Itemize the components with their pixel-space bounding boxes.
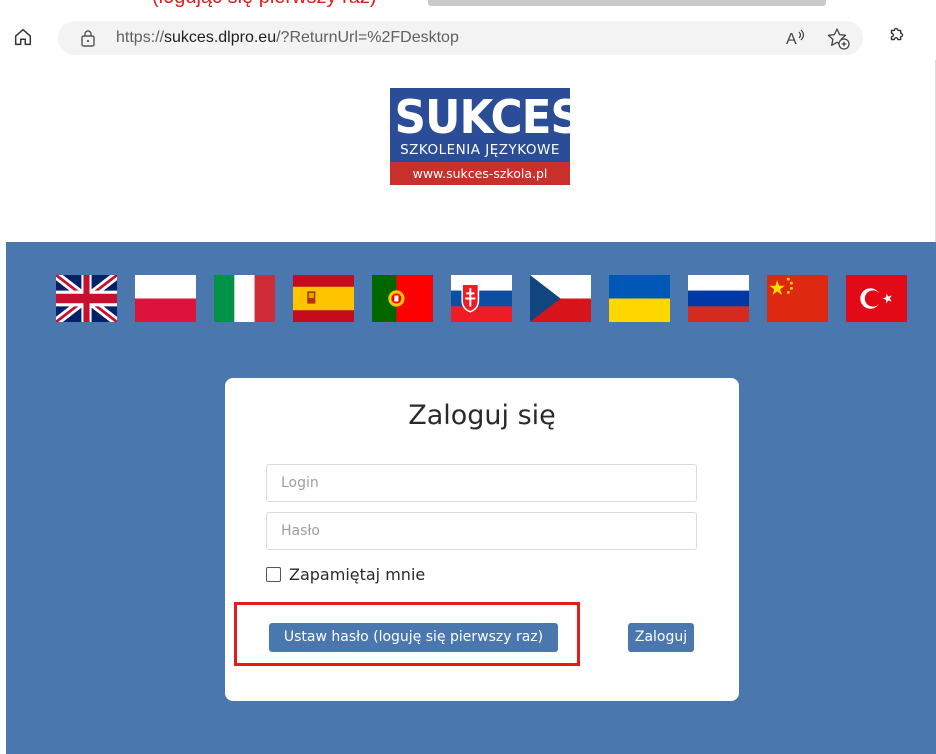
password-input[interactable] [266,512,697,550]
set-password-button[interactable]: Ustaw hasło (loguję się pierwszy raz) [269,623,558,652]
flag-chinese-icon[interactable] [767,275,828,322]
browser-toolbar: https://sukces.dlpro.eu/?ReturnUrl=%2FDe… [0,8,936,60]
read-aloud-icon[interactable]: A [784,27,808,49]
login-title: Zaloguj się [408,400,556,431]
lock-icon[interactable] [80,29,96,47]
url-text[interactable]: https://sukces.dlpro.eu/?ReturnUrl=%2FDe… [116,29,459,47]
home-icon[interactable] [12,26,38,52]
login-button[interactable]: Zaloguj [628,623,694,652]
url-prefix: https:// [116,29,165,46]
remember-me-checkbox[interactable] [266,566,281,582]
flag-czech-icon[interactable] [530,275,591,322]
flag-english-icon[interactable] [56,275,117,322]
flag-slovak-icon[interactable] [451,275,512,322]
flag-ukrainian-icon[interactable] [609,275,670,322]
svg-text:A: A [786,31,797,48]
flag-portuguese-icon[interactable] [372,275,433,322]
url-domain: sukces.dlpro.eu [164,29,277,46]
address-bar[interactable]: https://sukces.dlpro.eu/?ReturnUrl=%2FDe… [58,21,863,55]
logo-name: SUKCES [394,90,571,144]
logo[interactable]: SUKCES SZKOLENIA JĘZYKOWE www.sukces-szk… [390,88,570,185]
flag-spanish-icon[interactable] [293,275,354,322]
language-flags [56,275,916,323]
remember-me-label[interactable]: Zapamiętaj mnie [289,565,425,584]
login-card: Zaloguj się Zapamiętaj mnie Ustaw hasło … [225,378,739,701]
logo-website: www.sukces-szkola.pl [390,162,570,185]
remember-me[interactable]: Zapamiętaj mnie [266,563,425,585]
logo-tagline: SZKOLENIA JĘZYKOWE [400,142,560,158]
flag-turkish-icon[interactable] [846,275,907,322]
favorites-icon[interactable] [826,26,852,52]
page-header: SUKCES SZKOLENIA JĘZYKOWE www.sukces-szk… [0,60,936,242]
flag-russian-icon[interactable] [688,275,749,322]
top-scrollbar [428,0,826,6]
url-path: /?ReturnUrl=%2FDesktop [276,29,459,46]
flag-polish-icon[interactable] [135,275,196,322]
login-input[interactable] [266,464,697,502]
extensions-icon[interactable] [886,24,910,48]
flag-italian-icon[interactable] [214,275,275,322]
